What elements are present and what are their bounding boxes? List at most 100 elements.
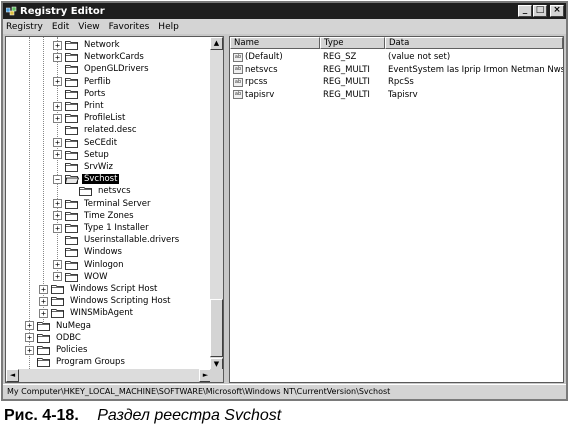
tree-item[interactable]: + Windows Scripting Host [39,295,173,307]
title-bar: Registry Editor _ □ × [3,3,566,19]
registry-editor-window: Registry Editor _ □ × Registry Edit View… [1,1,568,401]
tree-item[interactable]: netsvcs [67,185,133,197]
tree-item[interactable]: + SeCEdit [53,137,119,149]
tree-item[interactable]: − Svchost [53,173,120,185]
expand-icon[interactable]: + [25,345,34,355]
menu-view[interactable]: View [78,22,99,32]
tree-item-label: ProfileList [84,113,126,124]
figure-number: Рис. 4-18. [4,407,79,424]
tree-item[interactable]: + Winlogon [53,259,126,271]
value-row[interactable]: ab tapisrv REG_MULTI Tapisrv [230,89,418,101]
collapse-icon[interactable]: − [53,174,62,184]
tree-item[interactable]: + WOW [53,271,110,283]
tree-item-label: Svchost [82,174,120,185]
column-data-header[interactable]: Data [385,37,563,49]
tree-item[interactable]: + Perflib [53,76,113,88]
tree-item[interactable]: OpenGLDrivers [53,63,151,75]
key-tree: + Network + NetworkCards OpenGLDrivers + Perfl… [6,37,212,379]
tree-item[interactable]: + NetworkCards [53,51,146,63]
value-row[interactable]: ab rpcss REG_MULTI RpcSs [230,76,414,88]
expand-icon[interactable]: + [53,260,62,270]
tree-item[interactable]: + Windows Script Host [39,283,159,295]
value-data-cell: RpcSs [388,77,414,87]
tree-item[interactable]: + WINSMibAgent [39,307,135,319]
expand-icon[interactable]: + [53,101,62,111]
open-folder-icon [65,174,79,185]
folder-icon [65,223,79,233]
tree-item-label: Ports [84,88,106,99]
tree-item[interactable]: + NuMega [25,320,93,332]
tree-item-label: netsvcs [98,186,131,197]
expand-icon[interactable]: + [53,77,62,87]
expand-icon[interactable]: + [53,211,62,221]
tree-item[interactable]: related.desc [53,124,139,136]
menu-help[interactable]: Help [158,22,179,32]
close-button[interactable]: × [550,5,564,17]
tree-item[interactable]: + Network [53,39,122,51]
expand-icon[interactable]: + [39,308,48,318]
tree-item[interactable]: + Type 1 Installer [53,222,151,234]
tree-item[interactable]: + Policies [25,344,89,356]
expand-icon[interactable]: + [53,272,62,282]
column-name-header[interactable]: Name [230,37,320,49]
value-name-cell: ab tapisrv [230,90,320,100]
expand-icon[interactable]: + [53,113,62,123]
folder-icon [51,296,65,307]
value-name: rpcss [245,77,268,87]
menu-registry[interactable]: Registry [6,22,43,32]
string-value-icon: ab [233,90,243,99]
tree-item[interactable]: + Setup [53,149,111,161]
value-name-cell: ab rpcss [230,77,320,87]
minimize-button[interactable]: _ [518,5,532,17]
tree-item[interactable]: SrvWiz [53,161,115,173]
folder-icon [65,138,79,148]
tree-item[interactable]: + ODBC [25,332,83,344]
tree-item[interactable]: + Print [53,100,106,112]
tree-item[interactable]: Userinstallable.drivers [53,234,181,246]
tree-item[interactable]: + Time Zones [53,210,136,222]
tree-item-label: SrvWiz [84,162,113,172]
tree-item-label: Type 1 Installer [84,223,149,233]
tree-item[interactable]: Windows [53,246,124,258]
tree-item-label: Userinstallable.drivers [84,235,180,246]
expand-icon[interactable]: + [53,223,62,233]
tree-item-label: WOW [84,271,108,282]
expand-icon[interactable]: + [53,40,62,50]
folder-icon [79,186,93,197]
tree-item-label: Terminal Server [84,198,151,209]
value-data-cell: Tapisrv [388,89,418,100]
tree-guide-line [43,37,44,322]
value-data-cell: EventSystem Ias Iprip Irmon Netman Nwsap… [388,64,564,75]
tree-horizontal-scrollbar[interactable]: ◄ ► [6,369,212,382]
expand-icon[interactable]: + [25,333,34,343]
column-type-header[interactable]: Type [320,37,385,49]
scroll-thumb[interactable] [210,299,223,357]
menu-edit[interactable]: Edit [52,22,69,32]
value-type-cell: REG_MULTI [323,64,370,75]
maximize-button[interactable]: □ [533,5,547,17]
tree-item[interactable]: Ports [53,88,107,100]
value-name: netsvcs [245,64,278,75]
tree-item[interactable]: Program Groups [25,356,127,368]
value-row[interactable]: ab (Default) REG_SZ (value not set) [230,51,450,63]
values-header: Name Type Data [230,37,563,49]
menu-favorites[interactable]: Favorites [109,22,150,32]
tree-item[interactable]: + ProfileList [53,112,127,124]
expand-icon[interactable]: + [53,52,62,62]
expand-icon[interactable]: + [39,296,48,306]
values-pane: Name Type Data ab (Default) REG_SZ (value n… [229,36,564,383]
expand-icon[interactable]: + [53,199,62,209]
folder-icon [65,211,79,221]
scroll-corner [210,369,223,382]
tree-item-label: Windows Script Host [70,284,158,294]
scroll-left-button[interactable]: ◄ [6,369,19,382]
tree-item[interactable]: + Terminal Server [53,198,153,210]
expand-icon[interactable]: + [53,150,62,160]
tree-vertical-scrollbar[interactable]: ▲ ▼ [210,37,223,371]
value-row[interactable]: ab netsvcs REG_MULTI EventSystem Ias Iprip … [230,64,564,76]
expand-icon[interactable]: + [53,138,62,148]
folder-icon [51,308,65,319]
scroll-up-button[interactable]: ▲ [210,37,223,50]
expand-icon[interactable]: + [39,284,48,294]
expand-icon[interactable]: + [25,321,34,331]
